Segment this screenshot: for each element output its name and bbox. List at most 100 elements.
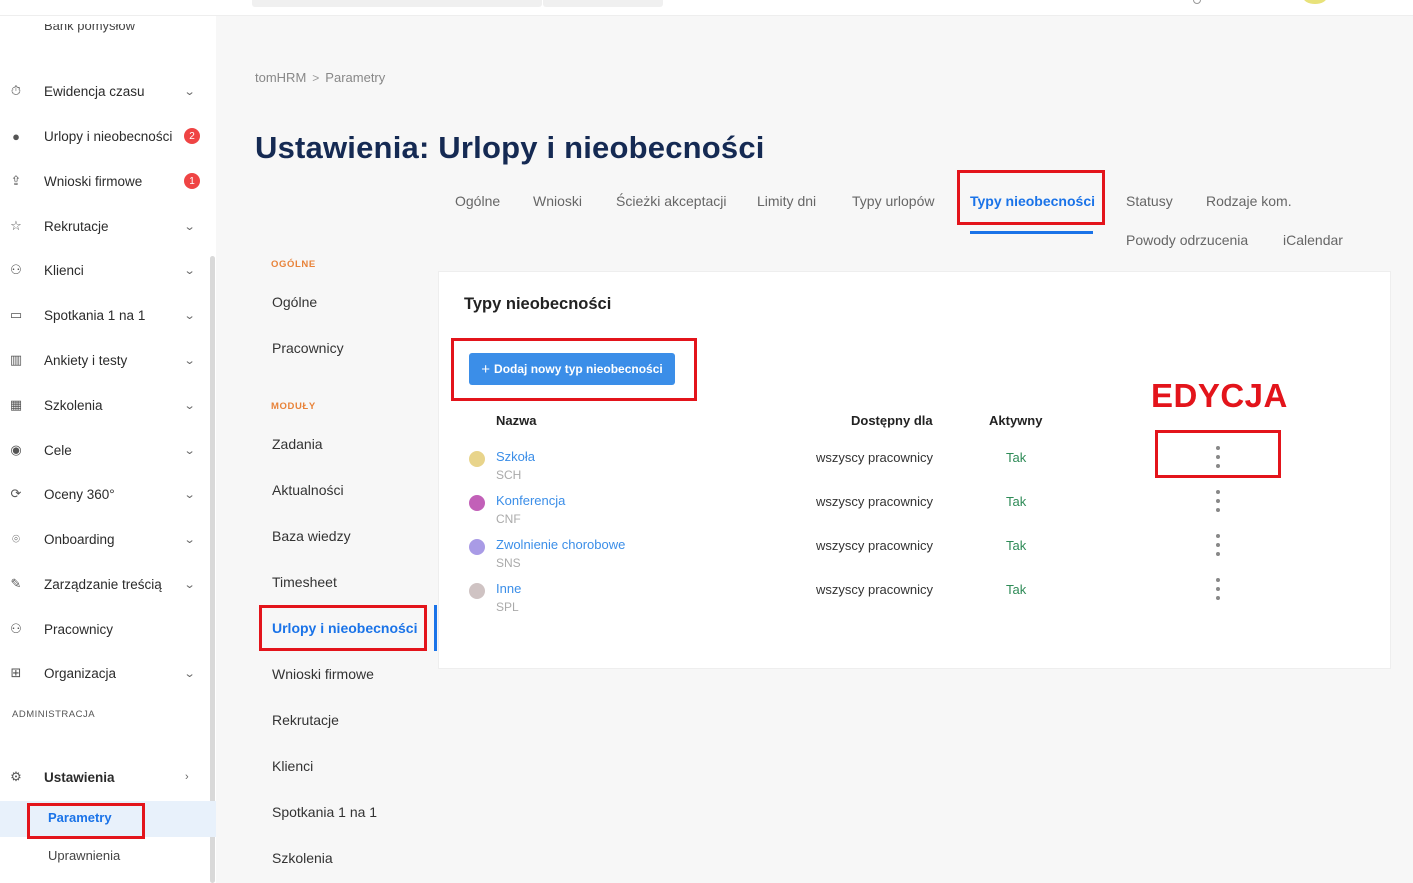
sidebar-item-label: Szkolenia [44, 397, 103, 413]
settings-section-general: OGÓLNE [271, 259, 316, 270]
column-header-active[interactable]: Aktywny [989, 413, 1042, 428]
sidebar-item-recruitment[interactable]: ☆ Rekrutacje ⌄ [0, 204, 210, 248]
absence-type-name[interactable]: Konferencja [496, 493, 565, 508]
chevron-down-icon: ⌄ [183, 399, 196, 412]
location-icon: ⌾ [12, 531, 20, 546]
color-dot [469, 583, 485, 599]
annotation-box-parameters [27, 803, 145, 839]
sidebar-item-clients[interactable]: ⚇ Klienci ⌄ [0, 248, 210, 292]
annotation-label-edit: EDYCJA [1151, 377, 1288, 414]
sidebar-scrollbar[interactable] [210, 256, 215, 883]
settings-nav-requests[interactable]: Wnioski firmowe [272, 666, 374, 682]
training-icon: ▦ [9, 397, 23, 412]
sidebar-item-employees[interactable]: ⚇ Pracownicy [0, 607, 210, 651]
settings-section-modules: MODUŁY [271, 401, 316, 412]
absence-type-name[interactable]: Zwolnienie chorobowe [496, 537, 625, 552]
tab-approval-paths[interactable]: Ścieżki akceptacji [616, 193, 727, 209]
breadcrumb-current: Parametry [325, 70, 386, 85]
chevron-down-icon: ⌄ [183, 264, 196, 277]
settings-nav-news[interactable]: Aktualności [272, 482, 344, 498]
more-options-icon[interactable] [1213, 490, 1223, 512]
color-dot [469, 451, 485, 467]
sidebar-item-cut[interactable]: Bank pomysłów [44, 24, 135, 33]
org-chart-icon: ⊞ [10, 665, 22, 680]
tab-statuses[interactable]: Statusy [1126, 193, 1173, 209]
annotation-box-tab [957, 170, 1105, 225]
count-badge: 2 [184, 128, 200, 144]
sidebar-item-content[interactable]: ✎ Zarządzanie treścią ⌄ [0, 562, 210, 606]
chevron-down-icon: ⌄ [183, 354, 196, 367]
settings-nav-recruitment[interactable]: Rekrutacje [272, 712, 339, 728]
sidebar-item-leave[interactable]: ● Urlopy i nieobecności 2 [0, 114, 210, 158]
settings-nav-clients[interactable]: Klienci [272, 758, 313, 774]
sidebar-item-label: Pracownicy [44, 621, 114, 637]
count-badge: 1 [184, 173, 200, 189]
sidebar-item-meetings[interactable]: ▭ Spotkania 1 na 1 ⌄ [0, 293, 210, 337]
sidebar-item-label: Organizacja [44, 665, 117, 681]
chevron-down-icon: ⌄ [183, 85, 196, 98]
settings-nav-active-indicator [434, 605, 437, 651]
sidebar-item-onboarding[interactable]: ⌾ Onboarding ⌄ [0, 517, 210, 561]
chevron-down-icon: ⌄ [183, 444, 196, 457]
search-bar[interactable] [252, 0, 542, 7]
sidebar-item-requests[interactable]: ⇪ Wnioski firmowe 1 [0, 159, 210, 203]
absence-type-active: Tak [1006, 494, 1027, 509]
sidebar-item-label: Wnioski firmowe [44, 173, 143, 189]
tab-leave-types[interactable]: Typy urlopów [852, 193, 934, 209]
settings-nav-timesheet[interactable]: Timesheet [272, 574, 337, 590]
absence-type-code: SCH [496, 468, 522, 482]
avatar[interactable] [1303, 0, 1327, 4]
tab-general[interactable]: Ogólne [455, 193, 500, 209]
search-filter[interactable] [543, 0, 663, 7]
settings-nav-general[interactable]: Ogólne [272, 294, 317, 310]
chevron-down-icon: ⌄ [183, 533, 196, 546]
annotation-box-leave-nav [259, 605, 427, 651]
absence-type-name[interactable]: Inne [496, 581, 521, 596]
tab-icalendar[interactable]: iCalendar [1283, 232, 1343, 248]
absence-type-available: wszyscy pracownicy [816, 582, 934, 597]
sidebar-item-goals[interactable]: ◉ Cele ⌄ [0, 428, 210, 472]
card-title: Typy nieobecności [464, 295, 612, 313]
settings-nav-employees[interactable]: Pracownicy [272, 340, 344, 356]
pen-icon: ✎ [10, 576, 22, 591]
sidebar-item-reviews[interactable]: ⟳ Oceny 360° ⌄ [0, 472, 210, 516]
settings-nav-training[interactable]: Szkolenia [272, 850, 333, 866]
absence-type-active: Tak [1006, 538, 1027, 553]
sidebar-subitem-permissions[interactable]: Uprawnienia [0, 839, 216, 875]
column-header-available[interactable]: Dostępny dla [851, 413, 933, 428]
tab-comment-types[interactable]: Rodzaje kom. [1206, 193, 1292, 209]
top-bar [0, 0, 1413, 16]
notification-icon[interactable] [1193, 0, 1201, 4]
tab-requests[interactable]: Wnioski [533, 193, 582, 209]
sidebar-item-surveys[interactable]: ▥ Ankiety i testy ⌄ [0, 338, 210, 382]
sidebar-section-admin: ADMINISTRACJA [12, 709, 96, 720]
chevron-down-icon: ⌄ [183, 667, 196, 680]
sidebar-item-label: Oceny 360° [44, 486, 115, 502]
settings-nav-meetings[interactable]: Spotkania 1 na 1 [272, 804, 377, 820]
annotation-box-add-button [451, 338, 697, 401]
absence-type-available: wszyscy pracownicy [816, 494, 934, 509]
settings-nav-tasks[interactable]: Zadania [272, 436, 323, 452]
target-icon: ◉ [10, 442, 22, 457]
sidebar-item-training[interactable]: ▦ Szkolenia ⌄ [0, 383, 210, 427]
sidebar-subitem-label: Uprawnienia [48, 848, 121, 863]
tab-rejection-reasons[interactable]: Powody odrzucenia [1126, 232, 1248, 248]
color-dot [469, 539, 485, 555]
absence-type-available: wszyscy pracownicy [816, 450, 934, 465]
annotation-box-edit [1155, 430, 1281, 478]
sidebar-item-settings[interactable]: ⚙ Ustawienia › [0, 755, 210, 799]
more-options-icon[interactable] [1213, 534, 1223, 556]
tab-day-limits[interactable]: Limity dni [757, 193, 816, 209]
breadcrumb-root[interactable]: tomHRM [255, 70, 306, 85]
inbox-icon: ⇪ [10, 173, 22, 188]
sidebar-item-time-tracking[interactable]: ⏱ Ewidencja czasu ⌄ [0, 69, 210, 113]
more-options-icon[interactable] [1213, 578, 1223, 600]
column-header-name[interactable]: Nazwa [496, 413, 536, 428]
stopwatch-icon: ⏱ [10, 83, 22, 98]
sidebar-item-organization[interactable]: ⊞ Organizacja ⌄ [0, 651, 210, 695]
absence-type-name[interactable]: Szkoła [496, 449, 535, 464]
absence-type-code: SNS [496, 556, 521, 570]
settings-nav-knowledge-base[interactable]: Baza wiedzy [272, 528, 351, 544]
rotate-icon: ⟳ [10, 486, 22, 501]
color-dot [469, 495, 485, 511]
